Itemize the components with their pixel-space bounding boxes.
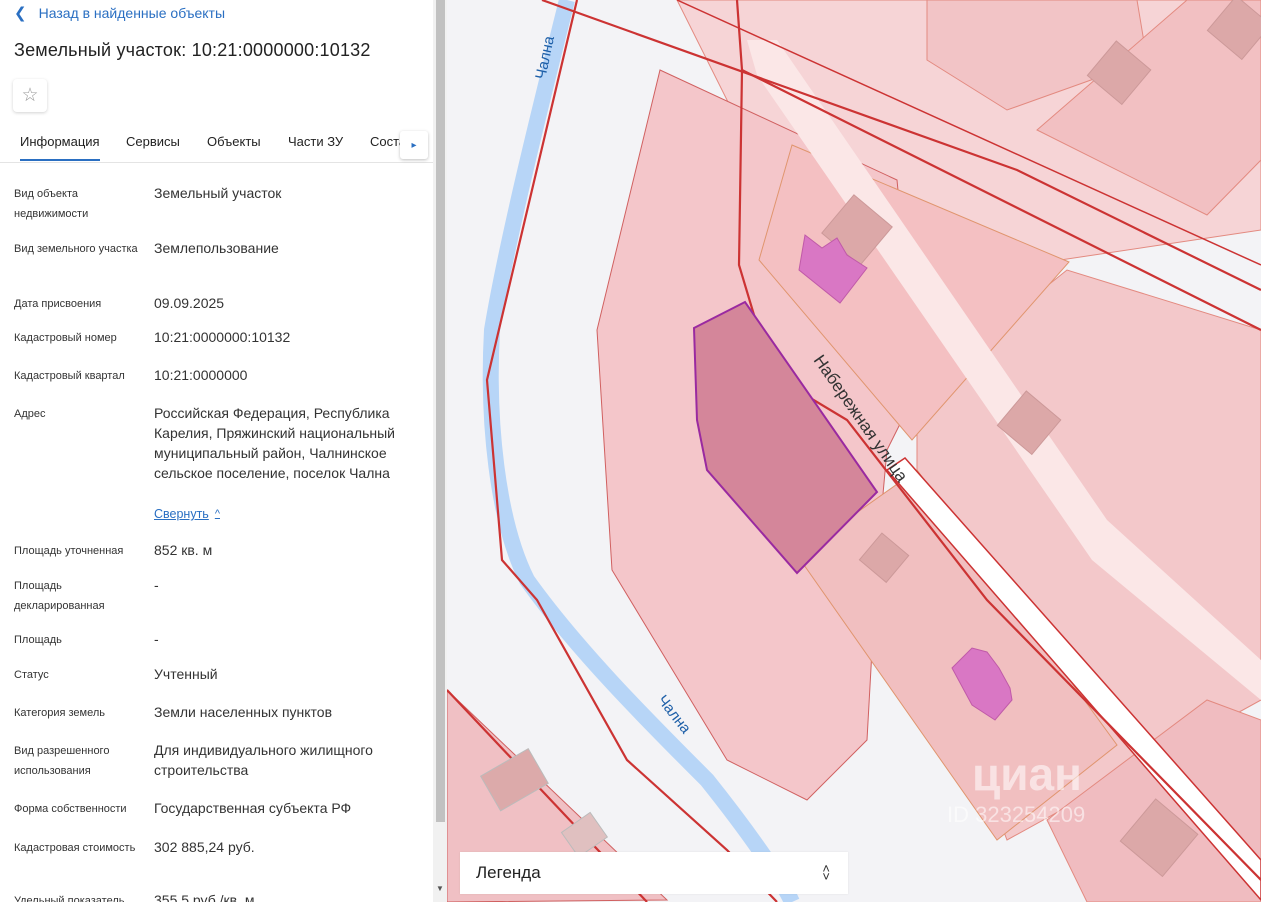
property-label: Кадастровая стоимость [14, 842, 136, 854]
property-label: Форма собственности [14, 803, 127, 815]
tab-objects[interactable]: Объекты [207, 134, 261, 149]
property-label: Площадь уточненная [14, 545, 124, 557]
property-value: Для индивидуального жилищного строительс… [154, 742, 373, 778]
chevron-left-icon: ❮ [14, 5, 27, 22]
property-value: Учтенный [154, 666, 218, 682]
property-label: Категория земель [14, 707, 105, 719]
legend-dropdown[interactable]: Легенда ˄ ˅ [460, 852, 848, 894]
property-value: Земли населенных пунктов [154, 704, 333, 720]
page-title: Земельный участок: 10:21:0000000:10132 [14, 40, 371, 60]
property-label: Дата присвоения [14, 298, 102, 310]
property-value: 09.09.2025 [154, 295, 225, 311]
back-link-label: Назад в найденные объекты [38, 5, 226, 21]
property-label: Вид разрешенного использования [14, 745, 110, 777]
legend-label: Легенда [476, 863, 541, 882]
map-canvas[interactable]: Чална Чална Набережная улица циан ID 323… [447, 0, 1261, 902]
star-icon: ☆ [21, 85, 39, 106]
tab-services[interactable]: Сервисы [126, 134, 180, 149]
collapse-link[interactable]: Свернуть ^ [154, 507, 220, 521]
tab-parcel-parts[interactable]: Части ЗУ [288, 134, 343, 149]
property-value: 302 885,24 руб. [154, 839, 255, 855]
property-value: 10:21:0000000 [154, 367, 248, 383]
property-label: Вид объекта недвижимости [14, 188, 89, 220]
property-value: Землепользование [154, 240, 279, 256]
scroll-down-arrow-icon[interactable]: ▼ [434, 884, 446, 893]
chevron-up-down-icon: ˄ ˅ [822, 861, 830, 884]
tab-information[interactable]: Информация [20, 134, 100, 161]
chevron-up-icon: ^ [214, 508, 220, 520]
property-value: 355,5 руб./кв. м [154, 892, 255, 902]
tab-bar: Информация Сервисы Объекты Части ЗУ Сост… [0, 126, 433, 163]
caret-right-icon: ▸ [411, 139, 417, 151]
collapse-link-label: Свернуть [154, 507, 209, 521]
map-view[interactable]: Чална Чална Набережная улица циан ID 323… [447, 0, 1261, 902]
property-value: Государственная субъекта РФ [154, 800, 352, 816]
property-label: Статус [14, 669, 49, 681]
property-label: Площадь декларированная [14, 580, 105, 612]
watermark-label: циан [972, 748, 1082, 800]
favorite-button[interactable]: ☆ [13, 79, 47, 112]
property-label: Кадастровый номер [14, 332, 117, 344]
back-link[interactable]: ❮ Назад в найденные объекты [14, 4, 225, 22]
sidebar: ❮ Назад в найденные объекты Земельный уч… [0, 0, 433, 902]
property-label: Удельный показатель [14, 895, 125, 902]
property-value: - [154, 577, 159, 593]
property-value: - [154, 631, 159, 647]
property-label: Площадь [14, 634, 62, 646]
property-value: 852 кв. м [154, 542, 213, 558]
property-label: Вид земельного участка [14, 243, 138, 255]
tab-scroll-right-button[interactable]: ▸ [400, 131, 428, 159]
scrollbar-thumb[interactable] [436, 0, 445, 822]
property-label: Кадастровый квартал [14, 370, 125, 382]
address-value: Российская Федерация, Республика Карелия… [154, 405, 395, 481]
property-value: 10:21:0000000:10132 [154, 329, 291, 345]
watermark-id: ID 323254209 [947, 802, 1085, 827]
property-value: Земельный участок [154, 185, 282, 201]
property-label: Адрес [14, 408, 46, 420]
